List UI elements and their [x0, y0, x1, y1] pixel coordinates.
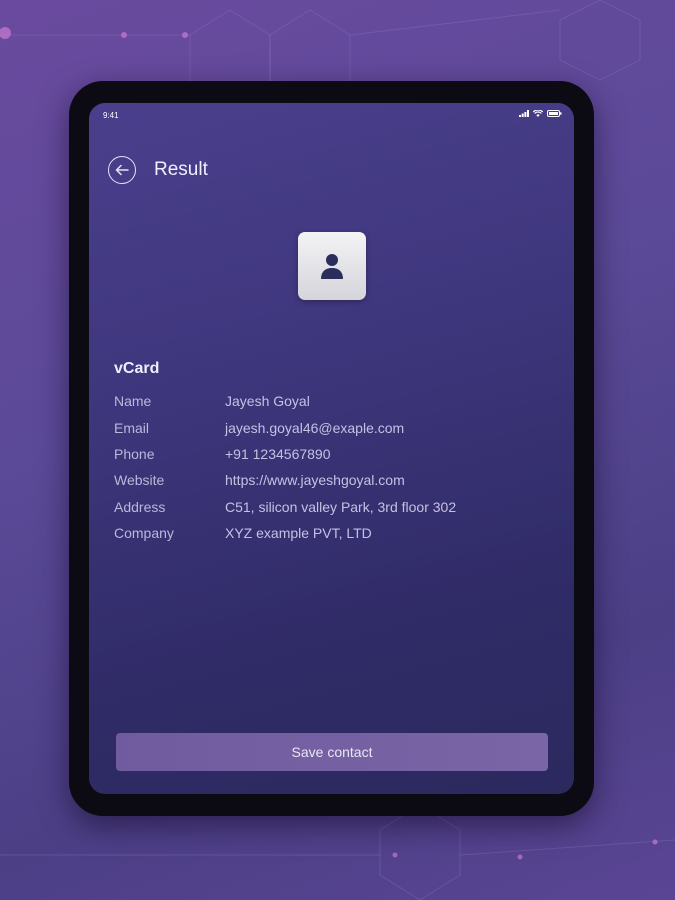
detail-row-name: Name Jayesh Goyal [114, 388, 456, 414]
field-label: Name [114, 393, 152, 410]
header: Result [108, 153, 208, 187]
signal-icon [519, 110, 529, 117]
field-label: Website [114, 472, 165, 489]
tablet-frame: 9:41 Result vCard Name Jayesh Goyal Emai… [69, 81, 594, 816]
status-time: 9:41 [103, 111, 119, 120]
field-label: Email [114, 419, 150, 436]
detail-row-company: Company XYZ example PVT, LTD [114, 520, 456, 546]
status-bar: 9:41 [89, 103, 574, 129]
field-value: https://www.jayeshgoyal.com [225, 472, 405, 489]
battery-icon [547, 110, 562, 117]
vcard-details: Name Jayesh Goyal Email jayesh.goyal46@e… [114, 388, 456, 546]
page-title: Result [154, 159, 208, 180]
save-contact-button[interactable]: Save contact [116, 733, 548, 771]
app-screen: 9:41 Result vCard Name Jayesh Goyal Emai… [89, 103, 574, 794]
back-button[interactable] [108, 156, 136, 184]
field-value: jayesh.goyal46@exaple.com [225, 419, 405, 436]
field-value: C51, silicon valley Park, 3rd floor 302 [225, 498, 457, 515]
field-label: Phone [114, 445, 155, 462]
detail-row-address: Address C51, silicon valley Park, 3rd fl… [114, 494, 456, 520]
field-label: Address [114, 498, 166, 515]
field-value: Jayesh Goyal [225, 393, 310, 410]
person-icon [321, 254, 343, 279]
detail-row-email: Email jayesh.goyal46@exaple.com [114, 414, 456, 440]
status-icons [519, 110, 562, 117]
field-value: XYZ example PVT, LTD [225, 525, 372, 542]
arrow-left-icon [115, 164, 129, 176]
field-value: +91 1234567890 [225, 445, 331, 462]
contact-avatar [298, 232, 366, 300]
wifi-icon [533, 110, 543, 117]
section-heading-vcard: vCard [114, 360, 160, 377]
detail-row-phone: Phone +91 1234567890 [114, 441, 456, 467]
detail-row-website: Website https://www.jayeshgoyal.com [114, 467, 456, 493]
field-label: Company [114, 525, 174, 542]
